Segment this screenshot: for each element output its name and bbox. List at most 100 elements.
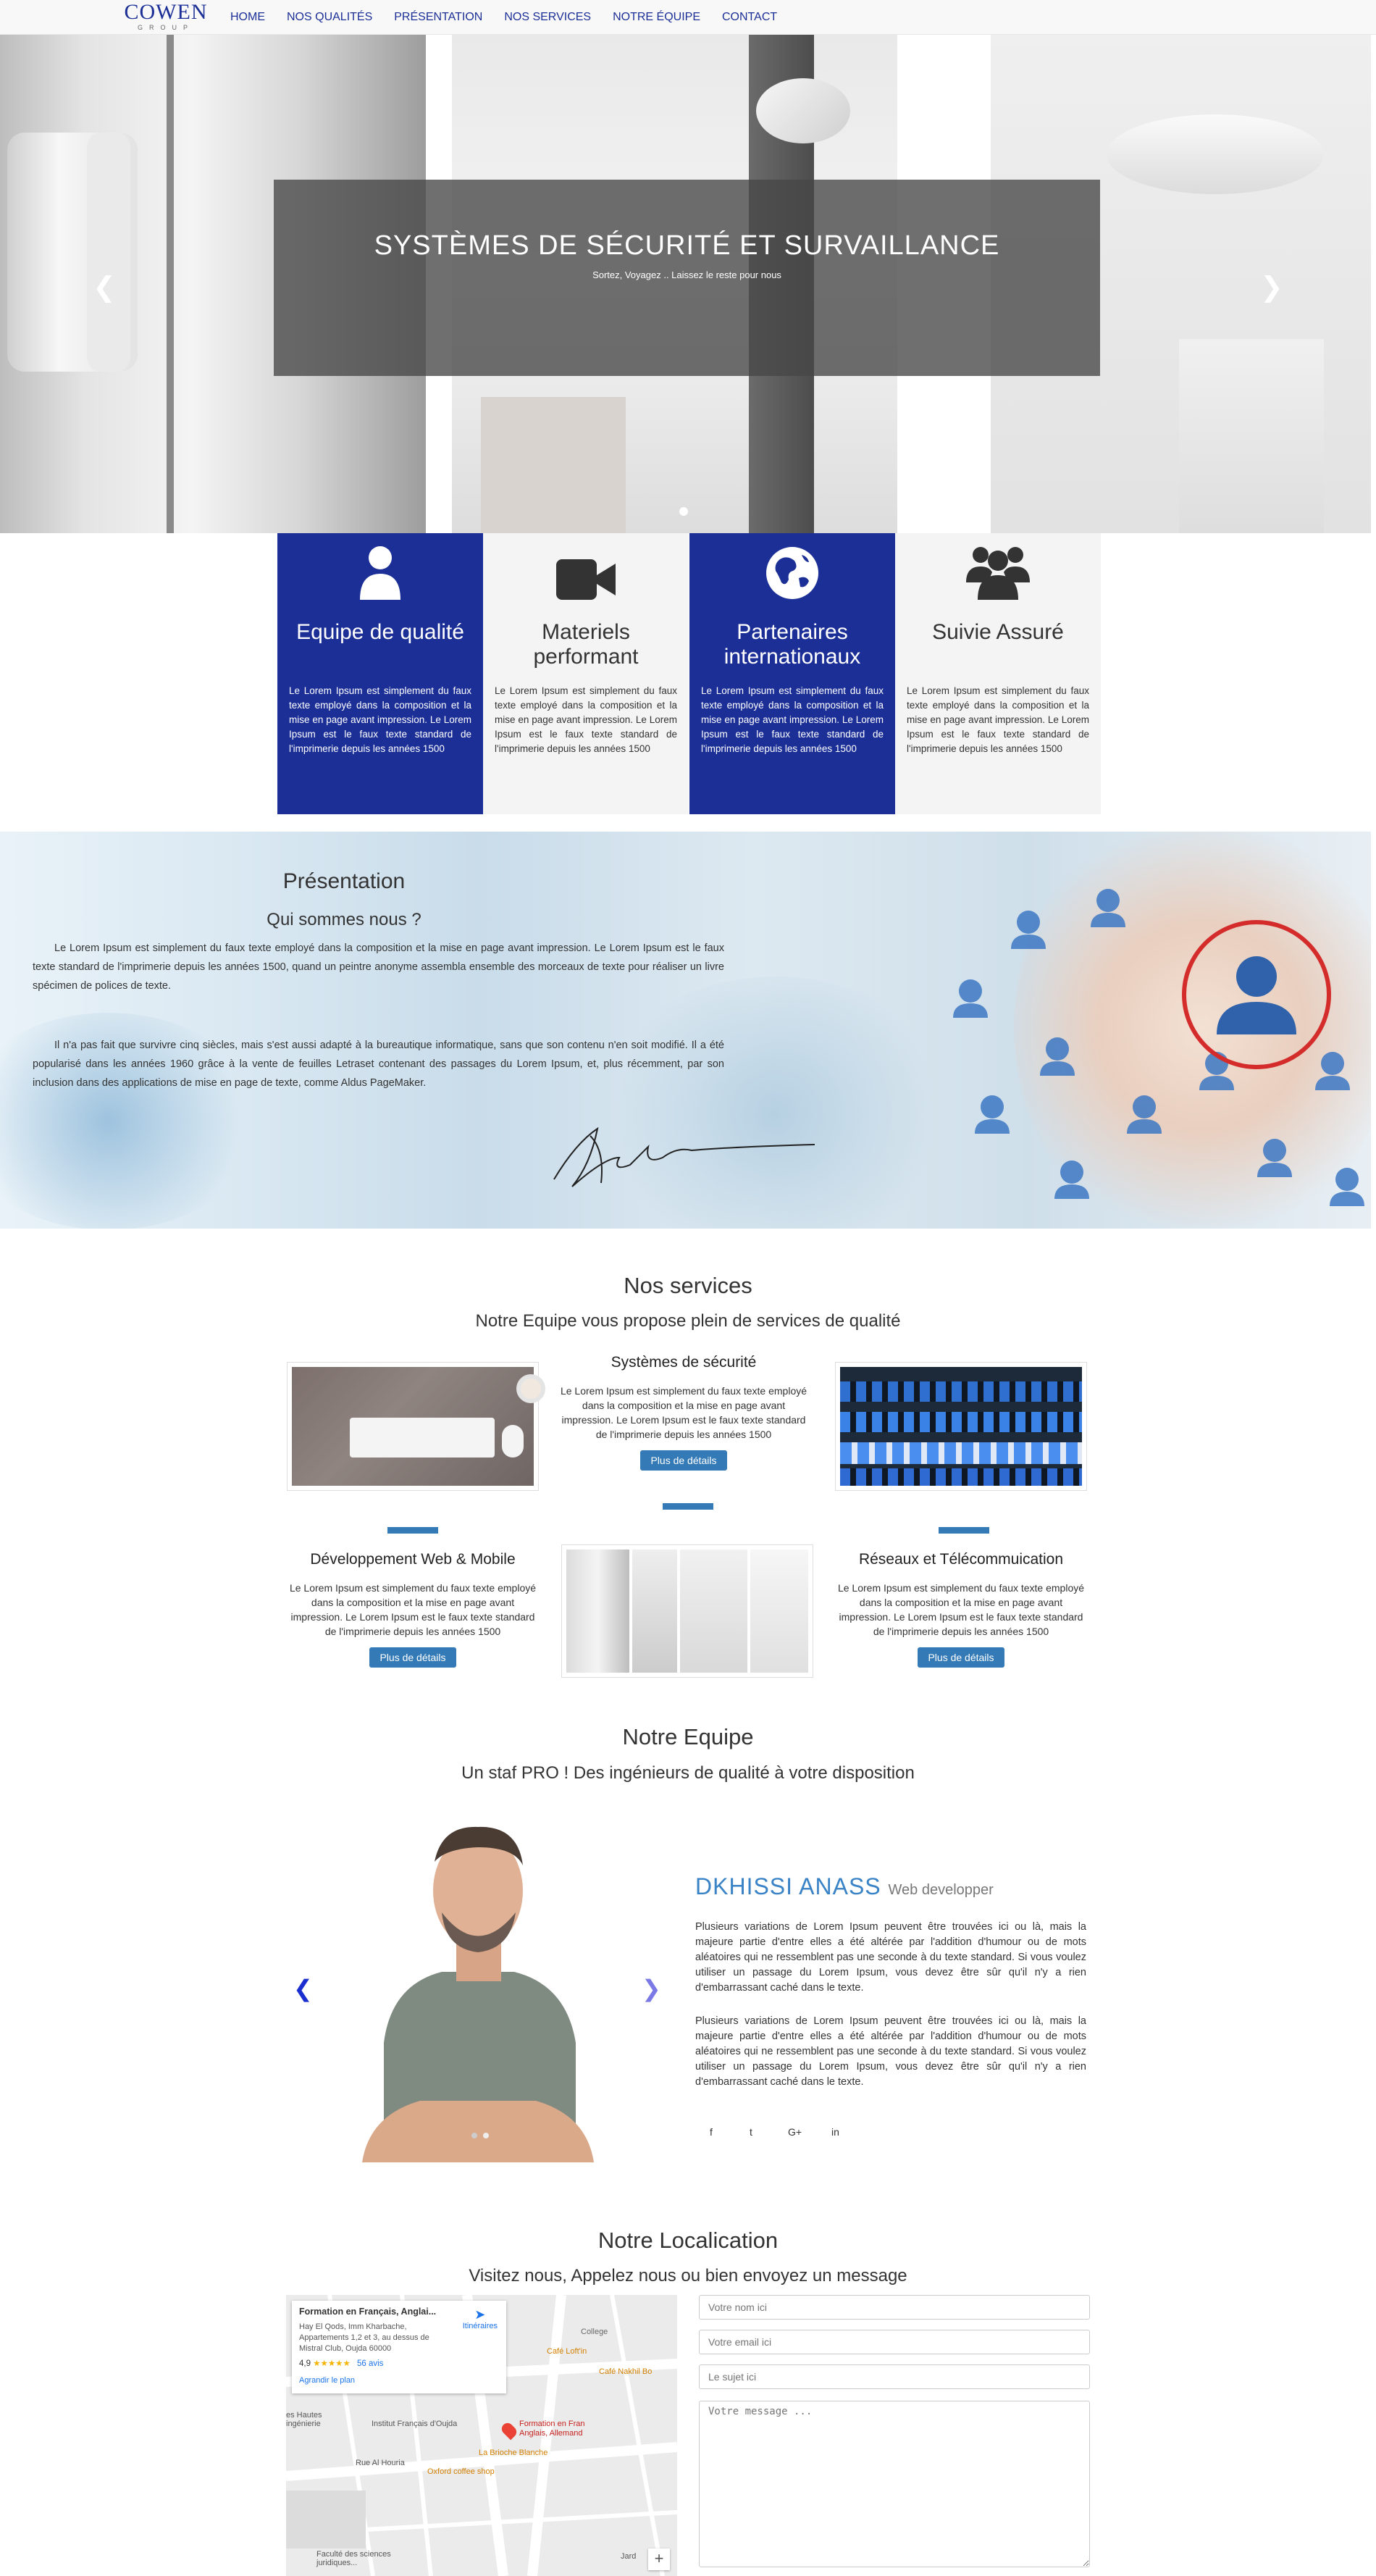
feature-title: Materiels performant (533, 620, 639, 669)
team-indicator-1[interactable] (471, 2133, 477, 2138)
email-input[interactable] (699, 2330, 1090, 2354)
presentation-title: Présentation (282, 869, 406, 893)
feature-card-quality: Equipe de qualité Le Lorem Ipsum est sim… (277, 533, 483, 814)
video-camera-icon (495, 533, 677, 606)
chevron-left-icon[interactable]: ❮ (93, 274, 116, 301)
service-web-mobile: Développement Web & Mobile Le Lorem Ipsu… (287, 1550, 539, 1668)
map-label-cafe-nakhil: Café Nakhil Bo (599, 2367, 653, 2376)
facebook-icon[interactable]: f (710, 2126, 713, 2138)
feature-text: Le Lorem Ipsum est simplement du faux te… (495, 685, 677, 754)
map-rating: 4,9 (299, 2359, 311, 2368)
presentation-section: Présentation Qui sommes nous ? Le Lorem … (0, 832, 1371, 1229)
services-title: Nos services (624, 1273, 752, 1298)
map-label-rue-al-houria: Rue Al Houria (356, 2459, 405, 2467)
nav-contact[interactable]: CONTACT (722, 11, 777, 24)
service-image-network (835, 1362, 1087, 1491)
service-text: Le Lorem Ipsum est simplement du faux te… (289, 1582, 537, 1637)
team-member-name-text: DKHISSI ANASS (695, 1873, 881, 1899)
presentation-subtitle: Qui sommes nous ? (267, 910, 421, 929)
presentation-paragraph-1: Le Lorem Ipsum est simplement du faux te… (33, 942, 724, 992)
map-label-brioche: La Brioche Blanche (479, 2449, 548, 2457)
divider-bar (663, 1503, 713, 1510)
team-member-bio-2: Plusieurs variations de Lorem Ipsum peuv… (695, 2015, 1086, 2088)
location-title: Notre Localication (597, 2228, 779, 2253)
team-subtitle: Un staf PRO ! Des ingénieurs de qualité … (461, 1763, 915, 1783)
chevron-right-icon[interactable]: ❯ (1260, 274, 1283, 301)
services-subtitle: Notre Equipe vous propose plein de servi… (475, 1311, 901, 1331)
map-label-cafe-loftin: Café Loft'in (547, 2347, 587, 2356)
map-reviews-link[interactable]: 56 avis (357, 2359, 383, 2368)
divider-bar (939, 1527, 989, 1534)
service-text: Le Lorem Ipsum est simplement du faux te… (837, 1582, 1085, 1637)
message-textarea[interactable] (699, 2401, 1090, 2567)
nav-services[interactable]: NOS SERVICES (504, 11, 591, 24)
service-title: Systèmes de sécurité (611, 1354, 757, 1371)
team-member-bio-1: Plusieurs variations de Lorem Ipsum peuv… (695, 1921, 1086, 1994)
carousel-indicator-1[interactable] (679, 507, 688, 516)
location-subtitle: Visitez nous, Appelez nous ou bien envoy… (469, 2266, 907, 2286)
brand-logo[interactable]: COWEN GROUP (123, 1, 209, 32)
google-plus-icon[interactable]: G+ (788, 2126, 802, 2138)
logo-text: COWEN (124, 0, 208, 24)
map-directions-label: Itinéraires (462, 2322, 498, 2330)
map-place-card: Formation en Français, Anglai... Hay El … (292, 2301, 506, 2393)
map-directions-button[interactable]: ➤ Itinéraires (463, 2308, 498, 2332)
people-network-illustration (953, 889, 1364, 1206)
map-label-faculte: Faculté des sciences juridiques... (316, 2550, 391, 2567)
nav-home[interactable]: HOME (230, 11, 265, 24)
feature-title: Equipe de qualité (296, 620, 464, 644)
service-title: Développement Web & Mobile (310, 1551, 516, 1568)
map-place-address: Hay El Qods, Imm Kharbache, Appartements… (299, 2322, 429, 2353)
feature-title: Suivie Assuré (932, 620, 1064, 644)
map-place-name: Formation en Français, Anglai... (299, 2307, 437, 2317)
feature-card-materials: Materiels performant Le Lorem Ipsum est … (483, 533, 689, 814)
feature-text: Le Lorem Ipsum est simplement du faux te… (907, 685, 1089, 754)
details-button-network[interactable]: Plus de détails (918, 1647, 1004, 1668)
feature-text: Le Lorem Ipsum est simplement du faux te… (701, 685, 884, 754)
feature-card-partners: Partenaires internationaux Le Lorem Ipsu… (689, 533, 895, 814)
team-member-name: DKHISSI ANASS Web developper (695, 1873, 994, 1900)
google-map[interactable]: College Café Loft'in Café Nakhil Bo Inst… (286, 2295, 677, 2576)
twitter-icon[interactable]: t (750, 2126, 752, 2138)
map-label-jard: Jard (621, 2552, 637, 2561)
hero-caption: SYSTÈMES DE SÉCURITÉ ET SURVAILLANCE Sor… (274, 180, 1100, 376)
map-label-oxford: Oxford coffee shop (427, 2467, 495, 2476)
subject-input[interactable] (699, 2364, 1090, 2389)
feature-title: Partenaires internationaux (723, 620, 861, 669)
linkedin-icon[interactable]: in (831, 2126, 839, 2138)
service-image-desk (287, 1362, 545, 1491)
map-label-hautes: es Hautes ingénierie (286, 2411, 322, 2428)
divider-bar (387, 1527, 438, 1534)
map-label-institut: Institut Français d'Oujda (372, 2420, 458, 2428)
details-button-security[interactable]: Plus de détails (640, 1450, 727, 1471)
details-button-web[interactable]: Plus de détails (369, 1647, 456, 1668)
star-rating-icon: ★★★★★ (313, 2359, 351, 2368)
logo-subtext: GROUP (137, 24, 194, 31)
nav-qualites[interactable]: NOS QUALITÉS (287, 11, 372, 24)
team-next-icon[interactable]: ❯ (642, 1975, 661, 2002)
map-label-college: College (581, 2328, 608, 2336)
user-icon (289, 533, 471, 606)
main-menu: HOME NOS QUALITÉS PRÉSENTATION NOS SERVI… (230, 0, 777, 35)
team-indicator-2[interactable] (483, 2133, 489, 2138)
map-zoom-in-button[interactable]: + (648, 2548, 670, 2570)
name-input[interactable] (699, 2295, 1090, 2320)
team-prev-icon[interactable]: ❮ (293, 1975, 313, 2002)
directions-icon: ➤ (474, 2307, 486, 2322)
service-image-devices (561, 1544, 813, 1678)
signature-image (553, 1126, 815, 1187)
nav-presentation[interactable]: PRÉSENTATION (394, 11, 482, 24)
feature-card-followup: Suivie Assuré Le Lorem Ipsum est simplem… (895, 533, 1101, 814)
service-security: Systèmes de sécurité Le Lorem Ipsum est … (558, 1353, 810, 1471)
feature-text: Le Lorem Ipsum est simplement du faux te… (289, 685, 471, 754)
service-text: Le Lorem Ipsum est simplement du faux te… (560, 1385, 807, 1440)
hero-carousel: SYSTÈMES DE SÉCURITÉ ET SURVAILLANCE Sor… (0, 35, 1371, 533)
nav-equipe[interactable]: NOTRE ÉQUIPE (613, 11, 700, 24)
map-enlarge-link[interactable]: Agrandir le plan (299, 2375, 499, 2386)
group-icon (907, 533, 1089, 606)
service-title: Réseaux et Télécommuication (858, 1551, 1064, 1568)
hero-title: SYSTÈMES DE SÉCURITÉ ET SURVAILLANCE (374, 230, 1000, 261)
team-title: Notre Equipe (622, 1724, 754, 1749)
team-member-role: Web developper (888, 1882, 994, 1898)
presentation-paragraph-2: Il n'a pas fait que survivre cinq siècle… (33, 1040, 724, 1089)
